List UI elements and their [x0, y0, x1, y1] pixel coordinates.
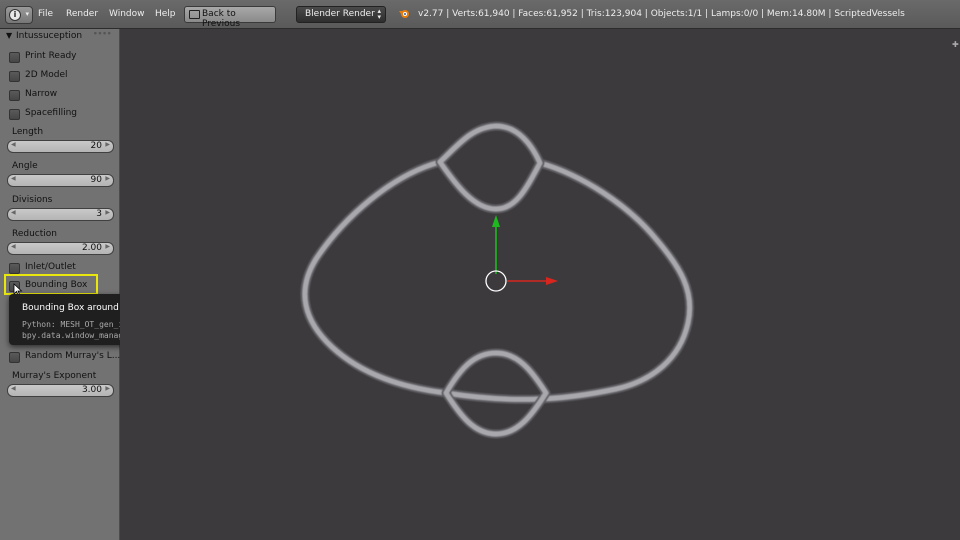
panel-title: Intussuception: [16, 31, 83, 41]
angle-value: 90: [90, 175, 102, 185]
menu-file[interactable]: File: [38, 9, 53, 19]
divisions-value: 3: [96, 209, 102, 219]
increment-arrow-icon[interactable]: ▶: [105, 385, 110, 392]
chevron-down-icon: ▾: [25, 10, 29, 18]
increment-arrow-icon[interactable]: ▶: [105, 243, 110, 250]
menu-help[interactable]: Help: [155, 9, 176, 19]
checkbox-box[interactable]: [9, 90, 20, 101]
checkbox-label: Inlet/Outlet: [25, 262, 76, 272]
decrement-arrow-icon[interactable]: ◀: [11, 385, 16, 392]
checkbox-label: 2D Model: [25, 70, 68, 80]
decrement-arrow-icon[interactable]: ◀: [11, 209, 16, 216]
scene-stats: v2.77 | Verts:61,940 | Faces:61,952 | Tr…: [418, 9, 905, 19]
transform-manipulator[interactable]: [485, 215, 558, 292]
increment-arrow-icon[interactable]: ▶: [105, 141, 110, 148]
reduction-value: 2.00: [81, 243, 102, 253]
blender-logo-icon: [399, 10, 409, 18]
checkbox-box[interactable]: [9, 109, 20, 120]
tool-shelf: ▼ Intussuception ∙∙∙∙ Print Ready 2D Mod…: [0, 29, 120, 540]
3d-viewport[interactable]: ✚: [120, 29, 960, 540]
divisions-field[interactable]: ◀ 3 ▶: [7, 208, 114, 221]
reduction-field[interactable]: ◀ 2.00 ▶: [7, 242, 114, 255]
murray-exponent-field[interactable]: ◀ 3.00 ▶: [7, 384, 114, 397]
murray-exponent-label: Murray's Exponent: [12, 371, 97, 381]
info-header: i ▾ File Render Window Help Back to Prev…: [0, 0, 960, 29]
checkbox-label: Random Murray's L...: [25, 351, 121, 361]
render-engine-value: Blender Render: [305, 9, 375, 19]
angle-field[interactable]: ◀ 90 ▶: [7, 174, 114, 187]
render-engine-dropdown[interactable]: Blender Render ▴ ▾: [296, 6, 386, 23]
length-value: 20: [90, 141, 102, 151]
length-field[interactable]: ◀ 20 ▶: [7, 140, 114, 153]
drag-grip-icon[interactable]: ∙∙∙∙: [92, 29, 112, 39]
properties-toggle-icon[interactable]: ✚: [952, 40, 959, 49]
updown-arrows-icon: ▴ ▾: [377, 7, 381, 21]
checkbox-narrow[interactable]: Narrow: [8, 89, 116, 101]
checkbox-box[interactable]: [9, 352, 20, 363]
checkbox-label: Spacefilling: [25, 108, 78, 118]
menu-render[interactable]: Render: [66, 9, 98, 19]
checkbox-box[interactable]: [9, 71, 20, 82]
screen-icon: [189, 10, 200, 19]
decrement-arrow-icon[interactable]: ◀: [11, 141, 16, 148]
decrement-arrow-icon[interactable]: ◀: [11, 175, 16, 182]
checkbox-inlet-outlet[interactable]: Inlet/Outlet: [8, 262, 116, 274]
checkbox-2d-model[interactable]: 2D Model: [8, 70, 116, 82]
checkbox-spacefilling[interactable]: Spacefilling: [8, 108, 116, 120]
checkbox-label: Narrow: [25, 89, 58, 99]
checkbox-box[interactable]: [9, 52, 20, 63]
murray-exponent-value: 3.00: [81, 385, 102, 395]
collapse-triangle-icon: ▼: [6, 31, 13, 40]
checkbox-box[interactable]: [9, 263, 20, 274]
divisions-label: Divisions: [12, 195, 53, 205]
length-label: Length: [12, 127, 44, 137]
angle-label: Angle: [12, 161, 38, 171]
checkbox-random-murray[interactable]: Random Murray's L...: [8, 351, 120, 363]
reduction-label: Reduction: [12, 229, 57, 239]
back-to-previous-button[interactable]: Back to Previous: [184, 6, 276, 29]
editor-type-selector[interactable]: i ▾: [5, 6, 33, 24]
menu-window[interactable]: Window: [109, 9, 145, 19]
checkbox-print-ready[interactable]: Print Ready: [8, 51, 116, 63]
back-to-previous-label: Back to Previous: [202, 9, 241, 29]
decrement-arrow-icon[interactable]: ◀: [11, 243, 16, 250]
panel-header[interactable]: ▼ Intussuception ∙∙∙∙: [0, 29, 119, 43]
increment-arrow-icon[interactable]: ▶: [105, 175, 110, 182]
checkbox-label: Print Ready: [25, 51, 77, 61]
increment-arrow-icon[interactable]: ▶: [105, 209, 110, 216]
info-icon: i: [9, 9, 21, 21]
vessel-mesh[interactable]: [120, 29, 960, 540]
